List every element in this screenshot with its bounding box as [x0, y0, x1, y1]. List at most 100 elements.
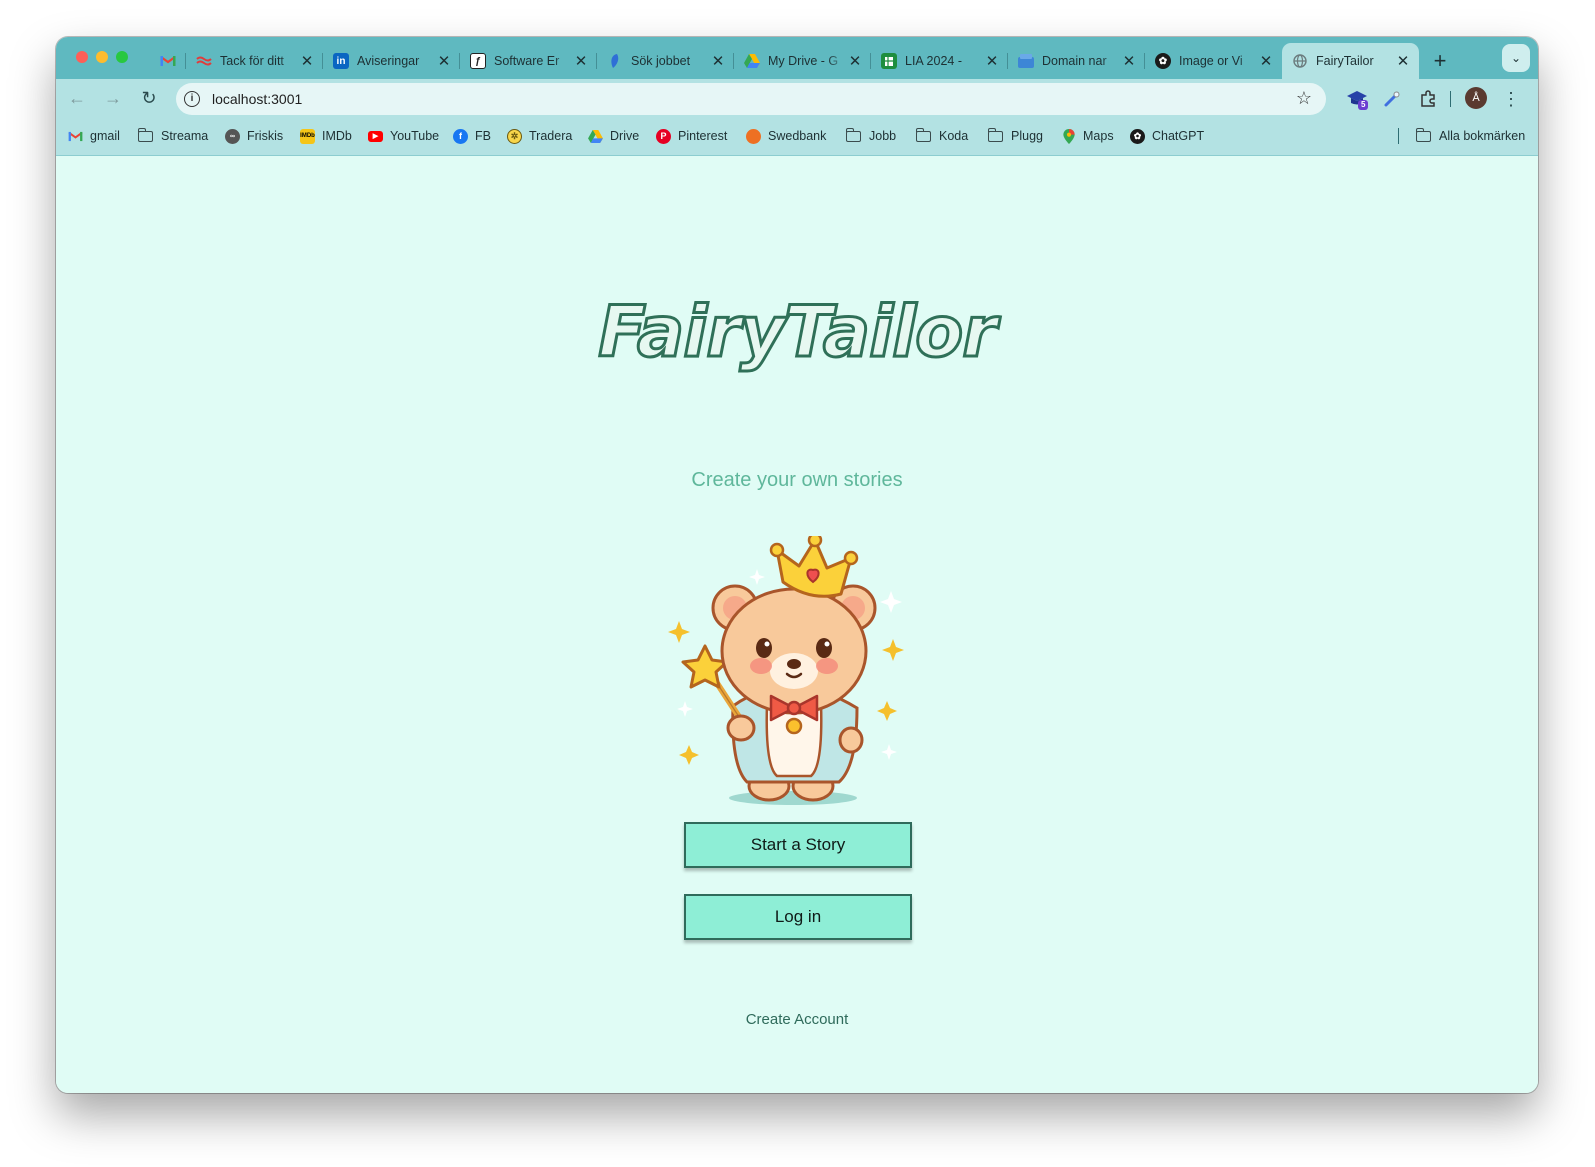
menu-button[interactable]: ⋮	[1500, 88, 1522, 110]
url-text[interactable]: localhost:3001	[212, 91, 302, 107]
arrow-left-icon: ←	[68, 87, 86, 108]
tab-image[interactable]: ✿ Image or Vi ✕	[1145, 43, 1282, 79]
tab-title: Sök jobbet	[631, 54, 691, 68]
close-tab-icon[interactable]: ✕	[710, 52, 726, 70]
bookmark-swedbank[interactable]: Swedbank	[746, 127, 826, 145]
close-tab-icon[interactable]: ✕	[573, 52, 589, 70]
tab-title: Aviseringar	[357, 54, 420, 68]
tab-title: FairyTailor	[1316, 54, 1374, 68]
tab-search-button[interactable]: ⌄	[1502, 44, 1530, 72]
login-button[interactable]: Log in	[684, 894, 912, 940]
forward-button[interactable]: →	[102, 87, 124, 109]
bookmark-plugg[interactable]: Plugg	[987, 127, 1043, 145]
bookmark-label: Swedbank	[768, 129, 827, 143]
minimize-window-button[interactable]	[96, 51, 108, 63]
eyedropper-icon	[1384, 91, 1400, 107]
eyedropper-button[interactable]	[1381, 88, 1403, 110]
app-logo: FairyTailor	[597, 290, 998, 375]
maps-icon	[1061, 128, 1076, 144]
more-vertical-icon: ⋮	[1502, 88, 1520, 109]
bookmark-label: IMDb	[322, 129, 352, 143]
bookmark-imdb[interactable]: IMDb IMDb	[300, 127, 352, 145]
tagline: Create your own stories	[691, 469, 903, 491]
page-content: FairyTailor Create your own stories Star…	[56, 156, 1538, 1093]
gmail-icon	[160, 53, 176, 69]
tab-title: LIA 2024 -	[905, 54, 962, 68]
site-info-icon[interactable]: i	[184, 91, 200, 107]
bookmark-maps[interactable]: Maps	[1061, 127, 1114, 145]
bookmark-streama[interactable]: Streama	[137, 127, 209, 145]
close-tab-icon[interactable]: ✕	[299, 52, 315, 70]
bookmark-label: ChatGPT	[1152, 129, 1205, 143]
extensions-button[interactable]	[1417, 88, 1439, 110]
arrow-right-icon: →	[104, 87, 122, 108]
close-tab-icon[interactable]: ✕	[847, 52, 863, 70]
tab-linkedin[interactable]: in Aviseringar ✕	[323, 43, 460, 79]
browser-window: Tack för ditt ✕ in Aviseringar ✕ ƒ Softw…	[56, 37, 1538, 1093]
globe-icon	[1292, 53, 1308, 69]
bookmark-star-icon[interactable]: ☆	[1296, 88, 1312, 109]
tab-fairytailor[interactable]: FairyTailor ✕	[1282, 43, 1419, 79]
tab-software[interactable]: ƒ Software Er ✕	[460, 43, 597, 79]
bookmark-gmail[interactable]: gmail	[68, 127, 120, 145]
bookmark-friskis[interactable]: ∞ Friskis	[225, 127, 283, 145]
drive-icon	[588, 129, 603, 144]
bookmark-youtube[interactable]: ▶ YouTube	[368, 127, 439, 145]
bookmark-drive[interactable]: Drive	[588, 127, 639, 145]
tab-domain[interactable]: Domain nar ✕	[1008, 43, 1145, 79]
all-bookmarks[interactable]: Alla bokmärken	[1415, 127, 1526, 145]
tab-lia[interactable]: LIA 2024 - ✕	[871, 43, 1008, 79]
profile-avatar[interactable]: Å	[1465, 87, 1487, 109]
bookmark-label: Tradera	[529, 129, 573, 143]
bookmark-chatgpt[interactable]: ✿ ChatGPT	[1130, 127, 1204, 145]
tab-tack[interactable]: Tack för ditt ✕	[186, 43, 323, 79]
close-tab-icon[interactable]: ✕	[984, 52, 1000, 70]
back-button[interactable]: ←	[66, 87, 88, 109]
close-window-button[interactable]	[76, 51, 88, 63]
tab-title: Image or Vi	[1179, 54, 1243, 68]
create-account-link[interactable]: Create Account	[56, 1011, 1538, 1028]
tab-gmail[interactable]	[148, 43, 186, 79]
puzzle-icon	[1421, 90, 1435, 107]
start-story-button[interactable]: Start a Story	[684, 822, 912, 868]
bookmark-pinterest[interactable]: P Pinterest	[656, 127, 727, 145]
bookmark-label: Friskis	[247, 129, 284, 143]
close-tab-icon[interactable]: ✕	[436, 52, 452, 70]
bookmark-label: FB	[475, 129, 491, 143]
bookmark-tradera[interactable]: ✲ Tradera	[507, 127, 572, 145]
close-tab-icon[interactable]: ✕	[1258, 52, 1274, 70]
folder-icon	[915, 127, 931, 142]
extension-badge-button[interactable]: 5	[1346, 88, 1368, 110]
swedbank-icon	[746, 128, 761, 144]
folder-icon	[137, 127, 153, 142]
tab-title: Software Er	[494, 54, 560, 68]
bookmark-koda[interactable]: Koda	[915, 127, 968, 145]
bookmark-label: Streama	[161, 129, 209, 143]
bookmark-label: Jobb	[869, 129, 897, 143]
facebook-icon: f	[453, 128, 468, 144]
all-bookmarks-label: Alla bokmärken	[1439, 129, 1526, 143]
close-tab-icon[interactable]: ✕	[1395, 52, 1411, 70]
drive-icon	[744, 53, 760, 69]
bookmark-label: YouTube	[390, 129, 440, 143]
jobb-icon	[607, 53, 623, 69]
bookmark-fb[interactable]: f FB	[453, 127, 491, 145]
reload-icon: ↻	[141, 87, 157, 108]
bookmark-label: gmail	[90, 129, 120, 143]
folder-icon	[1415, 127, 1431, 142]
friskis-icon: ∞	[225, 128, 240, 144]
bookmark-jobb[interactable]: Jobb	[845, 127, 897, 145]
extension-badge-count: 5	[1361, 100, 1366, 109]
address-bar[interactable]: i localhost:3001 ☆	[176, 83, 1326, 115]
linkedin-icon: in	[333, 53, 349, 69]
tack-icon	[196, 53, 212, 69]
tab-jobb[interactable]: Sök jobbet ✕	[597, 43, 734, 79]
tab-drive[interactable]: My Drive - G ✕	[734, 43, 871, 79]
new-tab-button[interactable]: +	[1425, 46, 1455, 76]
teddy-bear-illustration	[668, 536, 904, 805]
reload-button[interactable]: ↻	[138, 87, 160, 109]
close-tab-icon[interactable]: ✕	[1121, 52, 1137, 70]
maximize-window-button[interactable]	[116, 51, 128, 63]
tab-strip: Tack för ditt ✕ in Aviseringar ✕ ƒ Softw…	[56, 37, 1538, 79]
toolbar-separator	[1450, 91, 1451, 107]
